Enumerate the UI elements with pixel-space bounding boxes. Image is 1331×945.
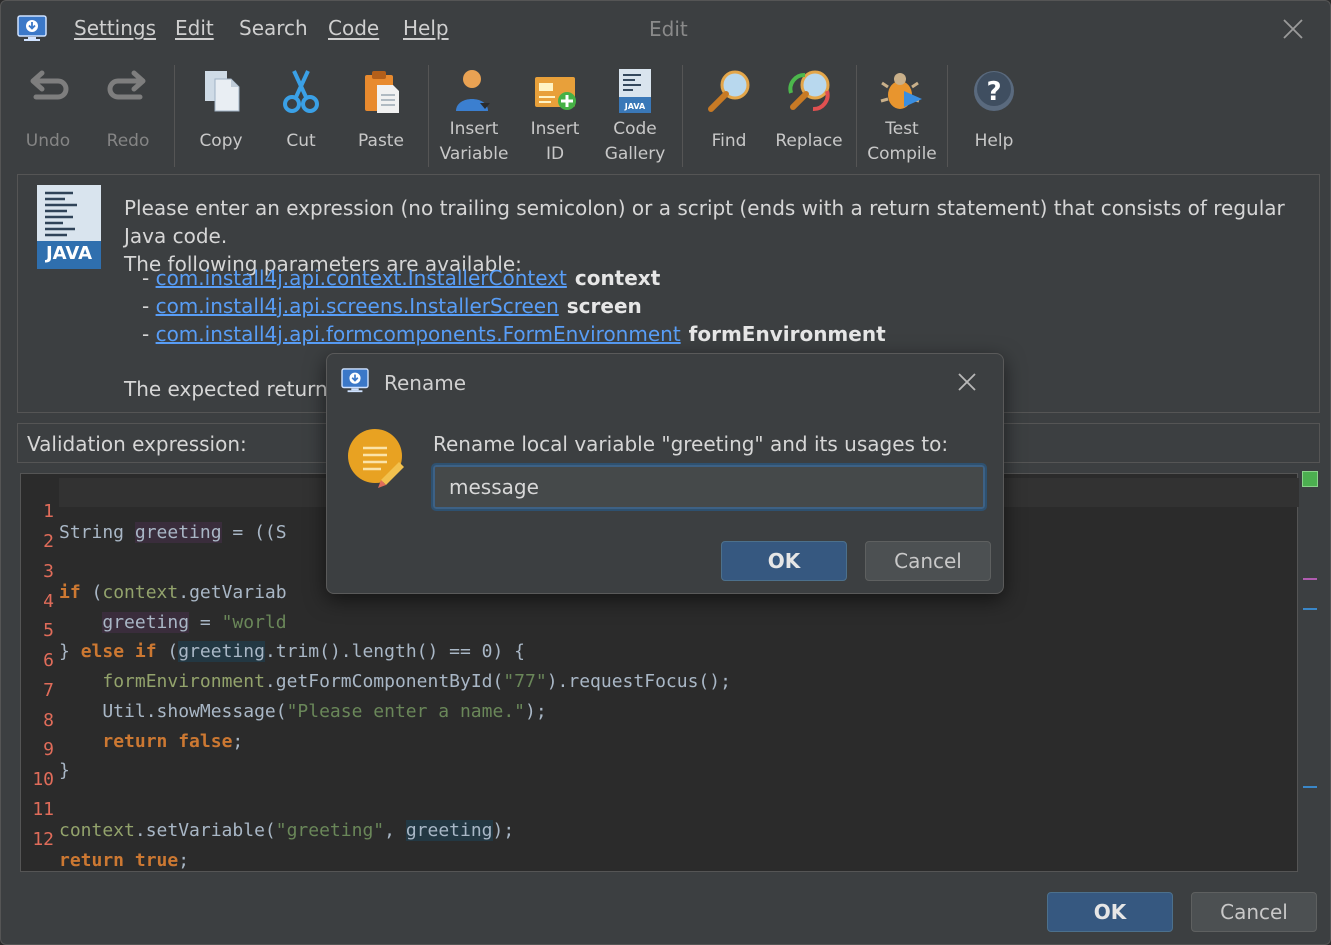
code-line: 12 return true;: [32, 829, 190, 871]
menu-edit[interactable]: Edit: [175, 16, 214, 40]
code-line: 4 greeting = "world: [43, 591, 287, 633]
code-line: 2: [43, 531, 54, 552]
notepad-icon: [348, 429, 404, 488]
cancel-button[interactable]: Cancel: [1191, 892, 1317, 932]
code-line: 9 }: [43, 739, 70, 781]
usage-marker[interactable]: [1303, 786, 1317, 788]
cut-button[interactable]: Cut: [271, 63, 331, 171]
code-line: 1 String greeting = ((S: [43, 501, 287, 543]
edit-window: Settings Edit Search Code Help Edit Undo…: [0, 0, 1331, 945]
find-button[interactable]: Find: [697, 63, 761, 171]
app-monitor-icon: [17, 15, 47, 41]
code-line: 11 context.setVariable("greeting", greet…: [32, 799, 515, 841]
java-logo-text: JAVA: [45, 243, 93, 264]
toolbar-separator: [682, 65, 683, 167]
code-line: 8 return false;: [43, 710, 244, 752]
insert-id-icon: [535, 77, 576, 110]
insert-id-button[interactable]: Insert ID: [525, 63, 585, 171]
menu-help[interactable]: Help: [403, 16, 449, 40]
code-gallery-button[interactable]: JAVA Code Gallery: [601, 63, 669, 171]
code-line: 5 } else if (greeting.trim().length() ==…: [43, 620, 526, 662]
code-line: 10: [32, 769, 54, 790]
parameter-item: - com.install4j.api.formcomponents.FormE…: [142, 322, 886, 346]
paste-button[interactable]: Paste: [349, 63, 413, 171]
toolbar-separator: [856, 65, 857, 167]
menu-settings[interactable]: Settings: [74, 16, 156, 40]
parameter-type-link[interactable]: com.install4j.api.formcomponents.FormEnv…: [156, 322, 681, 346]
replace-button[interactable]: Replace: [771, 63, 847, 171]
menubar: Settings Edit Search Code Help Edit: [1, 1, 1330, 57]
usage-marker[interactable]: [1303, 578, 1317, 580]
menu-code[interactable]: Code: [328, 16, 379, 40]
usage-marker[interactable]: [1303, 608, 1317, 610]
svg-text:JAVA: JAVA: [624, 102, 646, 111]
redo-button[interactable]: Redo: [97, 63, 159, 171]
undo-button[interactable]: Undo: [17, 63, 79, 171]
test-compile-icon: [880, 73, 922, 109]
cut-icon: [283, 70, 319, 113]
parameter-item: - com.install4j.api.screens.InstallerScr…: [142, 294, 642, 318]
rename-message: Rename local variable "greeting" and its…: [433, 432, 949, 456]
replace-icon: [788, 70, 830, 111]
help-button[interactable]: ? Help: [963, 63, 1025, 171]
copy-icon: [205, 71, 240, 112]
close-icon[interactable]: [1281, 17, 1305, 41]
insert-variable-button[interactable]: Insert Variable: [437, 63, 511, 171]
rename-ok-button[interactable]: OK: [721, 541, 847, 581]
test-compile-button[interactable]: Test Compile: [865, 63, 939, 171]
copy-button[interactable]: Copy: [189, 63, 253, 171]
error-stripe-status[interactable]: [1302, 471, 1318, 487]
undo-icon: [30, 70, 69, 100]
parameter-type-link[interactable]: com.install4j.api.screens.InstallerScree…: [156, 294, 559, 318]
parameter-item: - com.install4j.api.context.InstallerCon…: [142, 266, 661, 290]
toolbar-separator: [174, 65, 175, 167]
parameter-list: - com.install4j.api.context.InstallerCon…: [142, 264, 886, 348]
window-title: Edit: [649, 17, 688, 41]
code-line: 3 if (context.getVariab: [43, 561, 287, 603]
paste-icon: [365, 71, 399, 113]
svg-text:?: ?: [986, 77, 1001, 107]
code-line: 6 formEnvironment.getFormComponentById("…: [43, 650, 731, 692]
redo-icon: [107, 70, 146, 100]
ok-button[interactable]: OK: [1047, 892, 1173, 932]
rename-cancel-button[interactable]: Cancel: [865, 541, 991, 581]
insert-variable-icon: [456, 70, 490, 111]
new-name-input[interactable]: [431, 463, 987, 511]
rename-dialog: Rename Rename local variable "greeting" …: [326, 353, 1004, 594]
find-icon: [708, 70, 750, 112]
parameter-type-link[interactable]: com.install4j.api.context.InstallerConte…: [156, 266, 567, 290]
toolbar-separator: [947, 65, 948, 167]
help-icon: ?: [974, 71, 1014, 111]
close-icon[interactable]: [955, 370, 979, 394]
app-monitor-icon: [341, 368, 369, 393]
code-gallery-icon: JAVA: [619, 69, 651, 113]
toolbar-separator: [428, 65, 429, 167]
code-line: 7 Util.showMessage("Please enter a name.…: [43, 680, 547, 722]
dialog-title: Rename: [384, 371, 467, 395]
menu-search[interactable]: Search: [239, 16, 308, 40]
